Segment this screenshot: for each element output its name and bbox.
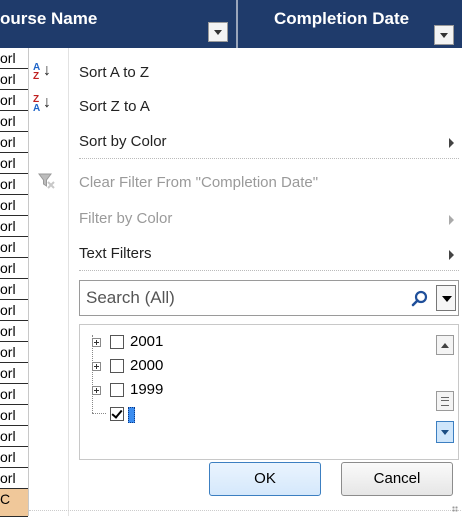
menu-item-sort-z-to-a[interactable]: Sort Z to A [79,98,150,115]
sort-descending-icon: Z A ↓ [33,94,51,114]
cell[interactable]: orl [0,426,28,447]
scroll-thumb[interactable] [436,391,454,411]
list-item[interactable]: 1999 [84,381,404,401]
submenu-arrow-icon [449,215,454,225]
menu-separator [79,270,459,271]
course-name-header[interactable]: ourse Name [0,0,236,48]
cell[interactable]: orl [0,447,28,468]
cell[interactable]: orl [0,237,28,258]
expand-icon[interactable] [92,362,101,371]
checkbox[interactable] [110,407,124,421]
checkbox[interactable] [110,335,124,349]
submenu-arrow-icon [449,250,454,260]
resize-grip-icon[interactable] [452,506,458,512]
cell[interactable]: orl [0,132,28,153]
checkbox[interactable] [110,383,124,397]
menu-icon-strip [29,48,69,516]
menu-separator [79,158,459,159]
menu-item-sort-a-to-z[interactable]: Sort A to Z [79,64,149,81]
cell[interactable]: orl [0,405,28,426]
clear-filter-icon [38,173,55,189]
cell[interactable]: orl [0,321,28,342]
cell[interactable]: orl [0,174,28,195]
search-input[interactable]: Search (All) [79,280,459,316]
search-icon [411,290,428,307]
selected-blank-item[interactable] [128,407,135,423]
filter-value-list: 2001 2000 1999 [79,324,459,460]
cancel-button[interactable]: Cancel [341,462,453,496]
list-item[interactable] [84,405,404,425]
scroll-down-button[interactable] [436,421,454,443]
cell-column-strip: orl orl orl orl orl orl orl orl orl orl … [0,48,28,517]
menu-item-sort-by-color[interactable]: Sort by Color [79,133,167,150]
list-scrollbar[interactable] [436,335,454,449]
scroll-up-button[interactable] [436,335,454,355]
sort-ascending-icon: A Z ↓ [33,62,51,82]
cell[interactable]: orl [0,384,28,405]
cell[interactable]: orl [0,342,28,363]
cell[interactable]: orl [0,48,28,69]
expand-icon[interactable] [92,338,101,347]
cell[interactable]: orl [0,300,28,321]
course-name-filter-dropdown-button[interactable] [208,22,228,42]
cell[interactable]: orl [0,69,28,90]
completion-date-header[interactable]: Completion Date [238,0,462,48]
completion-date-header-label: Completion Date [274,9,410,28]
list-item[interactable]: 2001 [84,333,404,353]
column-header-row: ourse Name Completion Date [0,0,462,48]
menu-item-text-filters[interactable]: Text Filters [79,245,152,262]
menu-item-filter-by-color[interactable]: Filter by Color [79,210,172,227]
checkbox[interactable] [110,359,124,373]
cell[interactable]: orl [0,153,28,174]
cell[interactable]: orl [0,90,28,111]
cell[interactable]: orl [0,216,28,237]
cell[interactable]: orl [0,468,28,489]
cell[interactable]: C [0,489,28,517]
cell[interactable]: orl [0,111,28,132]
course-name-header-label: ourse Name [0,9,98,28]
search-placeholder: Search (All) [86,288,175,307]
search-dropdown-button[interactable] [436,285,456,311]
ok-button[interactable]: OK [209,462,321,496]
cell[interactable]: orl [0,195,28,216]
list-item[interactable]: 2000 [84,357,404,377]
autofilter-menu: A Z ↓ Sort A to Z Z A ↓ Sort Z to A Sort… [28,48,462,516]
completion-date-filter-dropdown-button[interactable] [434,25,454,45]
cell[interactable]: orl [0,363,28,384]
submenu-arrow-icon [449,138,454,148]
cell[interactable]: orl [0,258,28,279]
menu-footer-separator [29,510,462,511]
cell[interactable]: orl [0,279,28,300]
menu-item-clear-filter[interactable]: Clear Filter From "Completion Date" [79,174,318,191]
expand-icon[interactable] [92,386,101,395]
